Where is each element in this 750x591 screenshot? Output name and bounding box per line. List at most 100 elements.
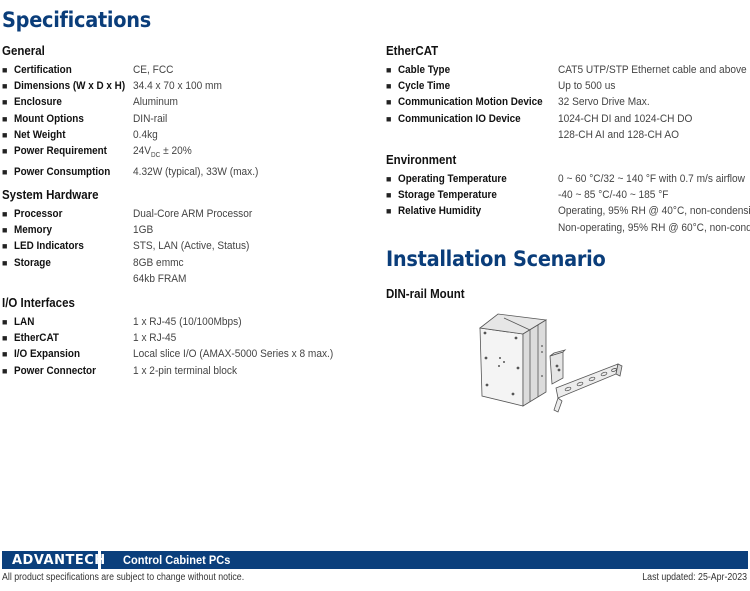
- spec-label: Communication IO Device: [398, 112, 521, 125]
- din-rail-mount-illustration: [479, 313, 623, 413]
- spec-list: ■ Cable Type CAT5 UTP/STP Ethernet cable a…: [386, 62, 750, 143]
- bullet-icon: ■: [2, 257, 8, 268]
- spec-row: ■ Power Requirement 24VDC ± 20%: [2, 143, 269, 164]
- spec-label: Certification: [14, 64, 72, 76]
- spec-label: I/O Expansion: [14, 348, 81, 361]
- bullet-icon: ■: [2, 241, 8, 252]
- spec-row: ■ Cycle Time Up to 500 us: [386, 78, 750, 94]
- spec-row: ■ LED Indicators STS, LAN (Active, Status): [2, 238, 263, 254]
- spec-label: Dimensions (W x D x H): [14, 80, 126, 93]
- spec-value: -40 ~ 85 °C/-40 ~ 185 °F: [558, 189, 669, 202]
- spec-row: ■ EtherCAT 1 x RJ-45: [2, 330, 351, 346]
- spec-list: ■ Processor Dual-Core ARM Processor ■ Memory…: [2, 206, 263, 287]
- spec-value: 24VDC ± 20%: [133, 145, 192, 160]
- spec-row: ■ Operating Temperature 0 ~ 60 °C/32 ~ 140…: [386, 171, 750, 187]
- spec-list: ■ Operating Temperature 0 ~ 60 °C/32 ~ 140…: [386, 171, 750, 236]
- section-title: I/O Interfaces: [2, 296, 75, 310]
- spec-label: Power Consumption: [14, 166, 111, 179]
- bullet-icon: ■: [386, 97, 392, 108]
- spec-label: Storage: [14, 256, 51, 269]
- spec-row: ■ Dimensions (W x D x H) 34.4 x 70 x 100 m…: [2, 78, 269, 94]
- spec-label: Net Weight: [14, 128, 66, 141]
- spec-value: 8GB emmc 64kb FRAM: [133, 256, 187, 285]
- page-title: Specifications: [2, 8, 151, 32]
- bullet-icon: ■: [386, 190, 392, 201]
- bullet-icon: ■: [2, 317, 8, 327]
- spec-value: 4.32W (typical), 33W (max.): [133, 166, 259, 179]
- bullet-icon: ■: [2, 333, 8, 344]
- bullet-icon: ■: [2, 167, 8, 178]
- spec-label: Operating Temperature: [398, 173, 507, 185]
- spec-row: ■ Communication Motion Device 32 Servo Dri…: [386, 94, 750, 110]
- spec-row: ■ Processor Dual-Core ARM Processor: [2, 206, 263, 222]
- spec-value: Aluminum: [133, 96, 178, 109]
- spec-row: ■ Power Consumption 4.32W (typical), 33W (…: [2, 164, 269, 180]
- spec-value: 0.4kg: [133, 128, 158, 141]
- bullet-icon: ■: [2, 65, 8, 75]
- spec-list: ■ Certification CE, FCC ■ Dimensions (W x D …: [2, 62, 269, 181]
- spec-row: ■ LAN 1 x RJ-45 (10/100Mbps): [2, 314, 351, 330]
- bullet-icon: ■: [386, 65, 392, 75]
- bullet-icon: ■: [386, 206, 392, 217]
- spec-label: LED Indicators: [14, 240, 84, 253]
- spec-value: 32 Servo Drive Max.: [558, 96, 650, 109]
- bullet-icon: ■: [386, 113, 392, 124]
- section-title: General: [2, 44, 45, 58]
- spec-value: 1 x RJ-45: [133, 332, 177, 345]
- disclaimer-notice: All product specifications are subject t…: [2, 572, 245, 583]
- section-general: General ■ Certification CE, FCC ■ Dimensions…: [2, 44, 269, 181]
- bullet-icon: ■: [2, 97, 8, 108]
- last-updated: Last updated: 25-Apr-2023: [642, 572, 747, 583]
- spec-row: ■ Power Connector 1 x 2-pin terminal block: [2, 363, 351, 379]
- spec-label: Power Requirement: [14, 145, 107, 158]
- bullet-icon: ■: [2, 349, 8, 360]
- spec-value: STS, LAN (Active, Status): [133, 240, 250, 253]
- bullet-icon: ■: [2, 225, 8, 236]
- bullet-icon: ■: [2, 113, 8, 124]
- installation-subtitle: DIN-rail Mount: [386, 287, 465, 301]
- section-title: EtherCAT: [386, 44, 439, 58]
- spec-row: ■ Storage Temperature -40 ~ 85 °C/-40 ~ 18…: [386, 187, 750, 203]
- spec-label: LAN: [14, 316, 35, 328]
- spec-row: ■ Certification CE, FCC: [2, 62, 269, 78]
- bullet-icon: ■: [2, 365, 8, 376]
- section-io-interfaces: I/O Interfaces ■ LAN 1 x RJ-45 (10/100Mbps…: [2, 296, 351, 379]
- spec-value: CE, FCC: [133, 64, 174, 76]
- spec-label: Relative Humidity: [398, 205, 482, 218]
- spec-row: ■ Relative Humidity Operating, 95% RH @ 40…: [386, 203, 750, 235]
- bullet-icon: ■: [386, 81, 392, 92]
- spec-value: Local slice I/O (AMAX-5000 Series x 8 ma…: [133, 348, 334, 361]
- spec-value: Dual-Core ARM Processor: [133, 208, 253, 220]
- spec-row: ■ Enclosure Aluminum: [2, 94, 269, 110]
- spec-value: 0 ~ 60 °C/32 ~ 140 °F with 0.7 m/s airfl…: [558, 173, 745, 185]
- spec-value: Operating, 95% RH @ 40°C, non-condensing…: [558, 205, 750, 234]
- spec-value: 1 x RJ-45 (10/100Mbps): [133, 316, 242, 328]
- spec-row: ■ Net Weight 0.4kg: [2, 127, 269, 143]
- spec-label: Cable Type: [398, 64, 451, 76]
- section-ethercat: EtherCAT ■ Cable Type CAT5 UTP/STP Etherne…: [386, 44, 750, 143]
- section-title: Environment: [386, 153, 457, 167]
- spec-value: CAT5 UTP/STP Ethernet cable and above: [558, 64, 747, 76]
- spec-label: EtherCAT: [14, 332, 59, 345]
- spec-value: 1024-CH DI and 1024-CH DO 128-CH AI and …: [558, 112, 693, 141]
- spec-label: Cycle Time: [398, 80, 451, 93]
- bullet-icon: ■: [2, 129, 8, 140]
- spec-row: ■ I/O Expansion Local slice I/O (AMAX-5000…: [2, 346, 351, 362]
- spec-label: Enclosure: [14, 96, 62, 109]
- bullet-icon: ■: [386, 174, 392, 184]
- spec-value: Up to 500 us: [558, 80, 616, 93]
- spec-label: Mount Options: [14, 112, 84, 125]
- bullet-icon: ■: [2, 209, 8, 219]
- section-title: System Hardware: [2, 188, 99, 202]
- spec-value: 1 x 2-pin terminal block: [133, 364, 238, 377]
- spec-label: Communication Motion Device: [398, 96, 543, 109]
- spec-label: Power Connector: [14, 364, 96, 377]
- installation-title: Installation Scenario: [386, 247, 606, 271]
- spec-value: 34.4 x 70 x 100 mm: [133, 80, 222, 93]
- bullet-icon: ■: [2, 81, 8, 92]
- spec-row: ■ Cable Type CAT5 UTP/STP Ethernet cable a…: [386, 62, 750, 78]
- spec-row: ■ Mount Options DIN-rail: [2, 111, 269, 127]
- footer-divider: [98, 551, 101, 569]
- spec-label: Processor: [14, 208, 63, 220]
- spec-value: 1GB: [133, 224, 154, 237]
